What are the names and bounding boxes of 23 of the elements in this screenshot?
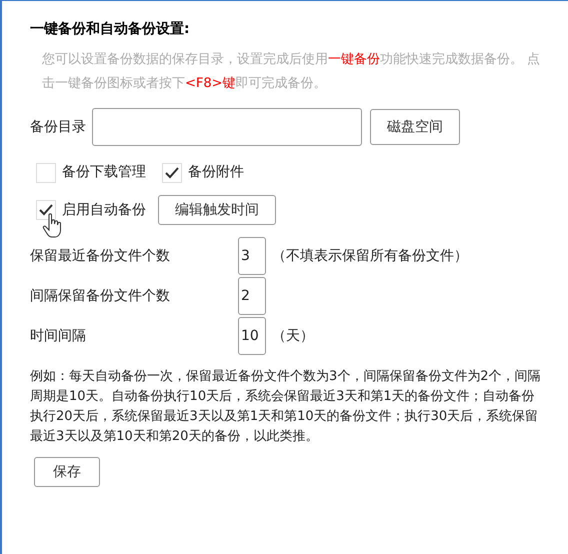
section-title: 一键备份和自动备份设置: — [30, 20, 191, 39]
description-text: 您可以设置备份数据的保存目录，设置完成后使用一键备份功能快速完成数据备份。 点击一键备份图标或者按下<F8>键即可完成备份。 — [41, 51, 542, 93]
field-label: 间隔保留备份文件个数 — [30, 286, 171, 306]
checkbox-label[interactable]: 启用自动备份 — [62, 200, 146, 220]
directory-field[interactable] — [92, 108, 362, 146]
hand-cursor-icon — [42, 213, 64, 239]
field-label: 备份目录 — [30, 118, 86, 136]
example-text: 例如：每天自动备份一次，保留最近备份文件个数为3个，间隔保留备份文件为2个，间隔周期是10天。自动备份执行10天后，系统会保留最近3天和第1天的备份文件；自动备份执行20天后，系统保留最近3天以及第1天和第10天的备份文件；执行30天后，系统保留最近3天以及第10天和第20天的备份，以此类推。 — [30, 368, 542, 446]
edit-trigger-time-button[interactable]: 编辑触发时间 — [158, 195, 276, 225]
checkbox[interactable] — [36, 162, 56, 182]
checkbox[interactable] — [162, 162, 182, 182]
number-field[interactable]: 10 — [238, 317, 266, 355]
number-field[interactable]: 3 — [238, 237, 266, 275]
checkbox-label[interactable]: 备份下载管理 — [62, 162, 146, 183]
field-note: （不填表示保留所有备份文件） — [272, 246, 468, 266]
save-button[interactable]: 保存 — [34, 457, 100, 487]
field-note: （天） — [272, 326, 314, 346]
field-label: 保留最近备份文件个数 — [30, 246, 171, 266]
field-label: 时间间隔 — [30, 326, 87, 346]
checkbox-label[interactable]: 备份附件 — [188, 162, 244, 183]
number-field[interactable]: 2 — [238, 277, 266, 315]
checkbox[interactable] — [36, 200, 56, 220]
disk-space-button[interactable]: 磁盘空间 — [370, 109, 460, 145]
